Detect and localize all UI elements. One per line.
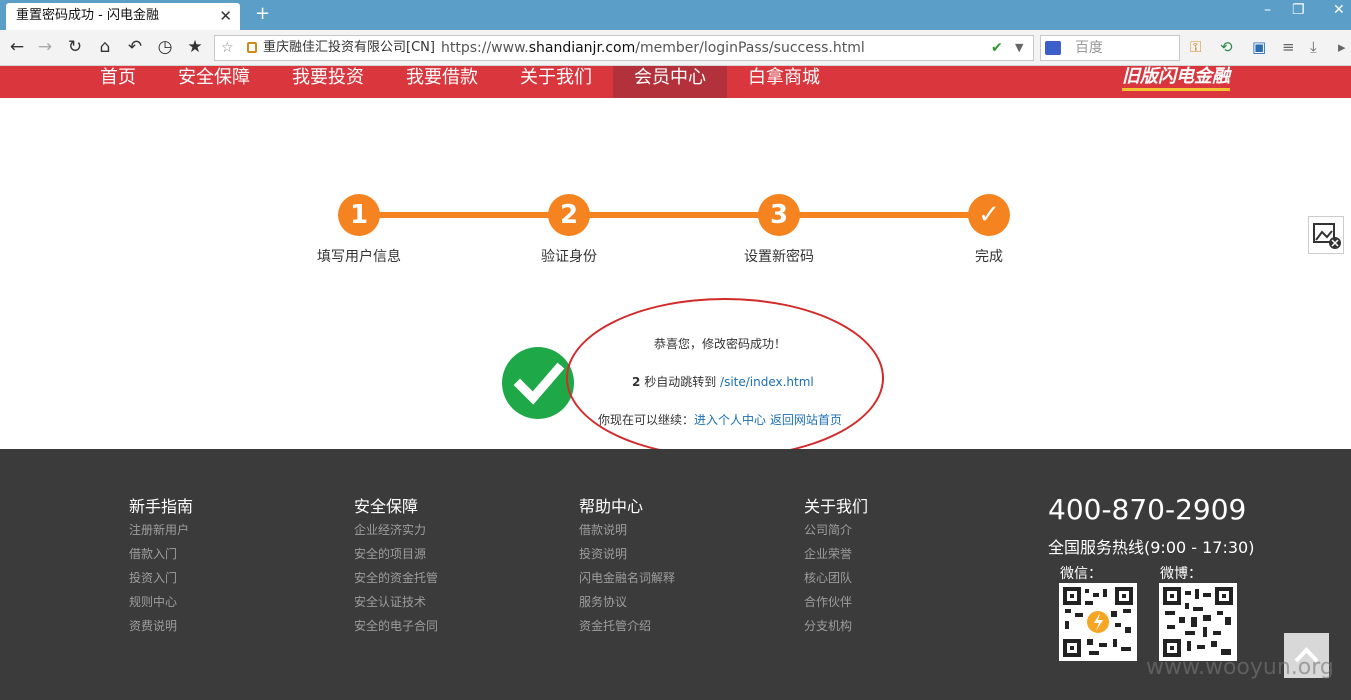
- old-version-link[interactable]: 旧版闪电金融: [1122, 66, 1230, 91]
- footer-title-help: 帮助中心: [579, 497, 644, 516]
- site-identity[interactable]: 重庆融佳汇投资有限公司[CN]: [263, 36, 435, 60]
- nav-item-invest[interactable]: 我要投资: [292, 66, 364, 98]
- footer-link[interactable]: 核心团队: [804, 569, 852, 586]
- footer-link[interactable]: 借款入门: [129, 545, 177, 562]
- home-icon[interactable]: ⌂: [94, 37, 116, 57]
- wechat-qr-icon: [1059, 583, 1137, 661]
- footer-link[interactable]: 企业荣誉: [804, 545, 852, 562]
- site-nav: 首页 安全保障 我要投资 我要借款 关于我们 会员中心 白拿商城 旧版闪电金融: [0, 66, 1351, 98]
- step-1-label: 填写用户信息: [317, 249, 401, 265]
- step-3-label: 设置新密码: [744, 249, 814, 265]
- back-icon[interactable]: ←: [6, 37, 28, 57]
- continue-text: 你现在可以继续：: [598, 413, 695, 427]
- download-icon[interactable]: ⤓: [1310, 38, 1317, 56]
- key-icon[interactable]: ⚿: [1190, 38, 1201, 56]
- nav-item-security[interactable]: 安全保障: [178, 66, 250, 98]
- countdown: 2: [632, 375, 641, 389]
- history-icon[interactable]: ◷: [154, 37, 176, 57]
- footer-link[interactable]: 资费说明: [129, 617, 177, 634]
- tab-close-icon[interactable]: ✕: [219, 3, 232, 29]
- search-placeholder: 百度: [1075, 40, 1103, 56]
- maximize-button[interactable]: ❐: [1292, 2, 1305, 18]
- nav-item-borrow[interactable]: 我要借款: [406, 66, 478, 98]
- footer-link[interactable]: 投资说明: [579, 545, 627, 562]
- weibo-label: 微博：: [1160, 566, 1202, 582]
- new-tab-button[interactable]: +: [255, 3, 270, 24]
- url-dropdown-icon[interactable]: ▼: [1015, 36, 1023, 60]
- image-float-icon[interactable]: [1308, 216, 1344, 254]
- footer-link[interactable]: 安全的资金托管: [354, 569, 438, 586]
- nav-item-member[interactable]: 会员中心: [613, 66, 727, 98]
- nav-item-home[interactable]: 首页: [100, 66, 136, 98]
- footer-link[interactable]: 借款说明: [579, 521, 627, 538]
- bookmark-page-icon[interactable]: ☆: [221, 36, 234, 60]
- bookmark-star-icon[interactable]: ★: [184, 37, 206, 57]
- footer-link[interactable]: 资金托管介绍: [579, 617, 651, 634]
- footer-title-security: 安全保障: [354, 497, 419, 516]
- redirect-text: 秒自动跳转到: [644, 375, 717, 389]
- success-message: 恭喜您，修改密码成功！: [654, 337, 787, 351]
- browser-tab[interactable]: 重置密码成功 - 闪电金融 ✕: [6, 3, 240, 30]
- undo-icon[interactable]: ↶: [124, 37, 146, 57]
- footer-link[interactable]: 服务协议: [579, 593, 627, 610]
- address-bar[interactable]: ☆ 重庆融佳汇投资有限公司[CN] https://www.shandianjr…: [214, 35, 1034, 61]
- footer-link[interactable]: 安全认证技术: [354, 593, 426, 610]
- forward-icon[interactable]: →: [34, 37, 56, 57]
- url-text[interactable]: https://www.shandianjr.com/member/loginP…: [441, 36, 865, 60]
- footer-title-guide: 新手指南: [129, 497, 194, 516]
- window-close-button[interactable]: ✕: [1333, 2, 1345, 18]
- menu-more-icon[interactable]: ≡: [1282, 38, 1295, 56]
- search-box[interactable]: 百度: [1040, 35, 1180, 61]
- browser-titlebar: 重置密码成功 - 闪电金融 ✕ + – ❐ ✕: [0, 0, 1351, 30]
- redirect-link[interactable]: /site/index.html: [720, 375, 814, 389]
- footer-link[interactable]: 公司简介: [804, 521, 852, 538]
- tab-title: 重置密码成功 - 闪电金融: [16, 8, 159, 23]
- minimize-button[interactable]: –: [1264, 2, 1271, 18]
- step-2-label: 验证身份: [541, 249, 597, 265]
- footer: 新手指南 注册新用户 借款入门 投资入门 规则中心 资费说明 安全保障 企业经济…: [0, 449, 1351, 700]
- footer-link[interactable]: 安全的项目源: [354, 545, 426, 562]
- nav-item-mall[interactable]: 白拿商城: [748, 66, 820, 98]
- screenshot-icon[interactable]: ▣: [1252, 38, 1266, 56]
- footer-link[interactable]: 安全的电子合同: [354, 617, 438, 634]
- overflow-icon[interactable]: ▸: [1338, 38, 1346, 56]
- phone-number: 400-870-2909: [1048, 493, 1247, 526]
- footer-title-about: 关于我们: [804, 497, 869, 516]
- footer-link[interactable]: 闪电金融名词解释: [579, 569, 675, 586]
- home-link[interactable]: 返回网站首页: [770, 413, 842, 427]
- step-4-label: 完成: [975, 249, 1003, 265]
- footer-link[interactable]: 投资入门: [129, 569, 177, 586]
- footer-link[interactable]: 企业经济实力: [354, 521, 426, 538]
- wechat-label: 微信：: [1060, 566, 1102, 582]
- extension-icon[interactable]: ✔: [991, 36, 1003, 60]
- step-1-circle: 1: [338, 194, 380, 236]
- redirect-line: 2 秒自动跳转到 /site/index.html: [632, 373, 814, 390]
- watermark: www.wooyun.org: [1146, 655, 1334, 680]
- search-engine-icon[interactable]: [1045, 41, 1061, 55]
- step-3-circle: 3: [758, 194, 800, 236]
- nav-item-about[interactable]: 关于我们: [520, 66, 592, 98]
- continue-line: 你现在可以继续：进入个人中心 返回网站首页: [598, 411, 842, 428]
- footer-link[interactable]: 合作伙伴: [804, 593, 852, 610]
- weibo-qr-icon: [1159, 583, 1237, 661]
- personal-center-link[interactable]: 进入个人中心: [694, 413, 766, 427]
- browser-toolbar: ← → ↻ ⌂ ↶ ◷ ★ ☆ 重庆融佳汇投资有限公司[CN] https://…: [0, 30, 1351, 66]
- footer-link[interactable]: 分支机构: [804, 617, 852, 634]
- lock-icon: [247, 42, 257, 53]
- success-check-icon: [502, 347, 574, 419]
- hotline-text: 全国服务热线(9:00 - 17:30): [1048, 538, 1255, 557]
- reload-icon[interactable]: ↻: [64, 37, 86, 57]
- sync-icon[interactable]: ⟲: [1220, 38, 1233, 56]
- footer-link[interactable]: 规则中心: [129, 593, 177, 610]
- progress-line: [358, 212, 990, 218]
- step-2-circle: 2: [548, 194, 590, 236]
- step-4-check-icon: ✓: [968, 194, 1010, 236]
- footer-link[interactable]: 注册新用户: [129, 521, 189, 538]
